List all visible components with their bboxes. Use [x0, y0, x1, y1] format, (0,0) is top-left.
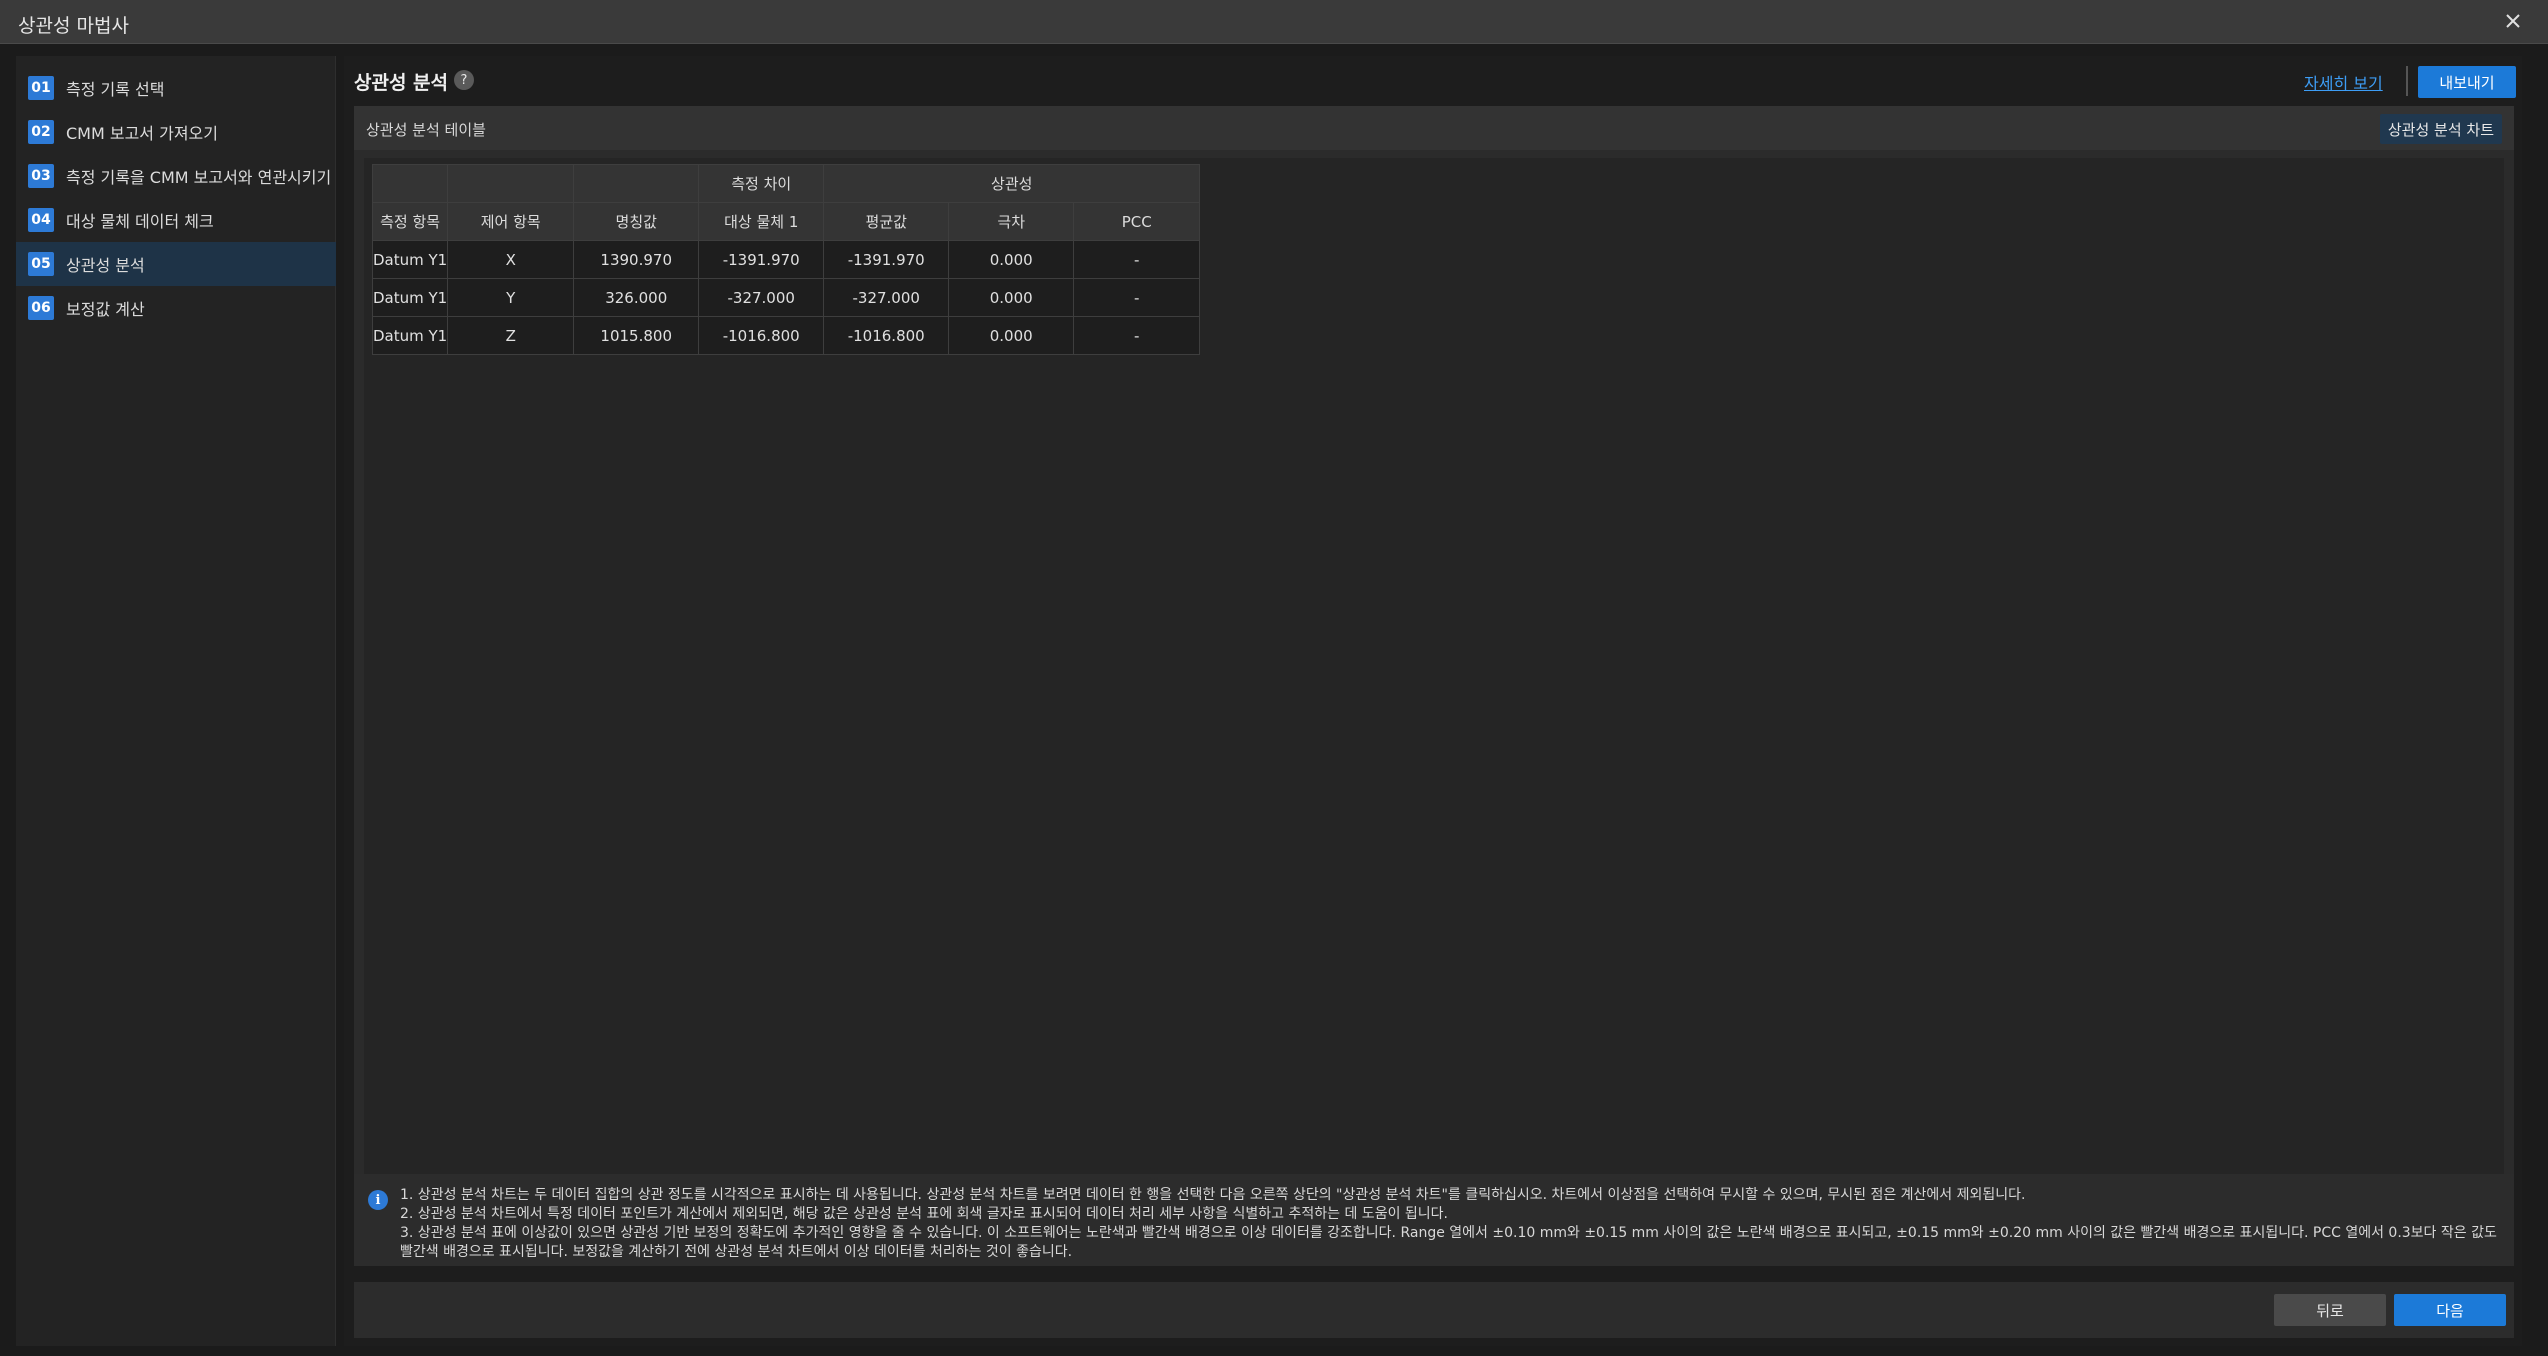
- header-divider: [2406, 66, 2408, 96]
- wizard-footer: 뒤로 다음: [354, 1282, 2514, 1338]
- panel-header: 상관성 분석 테이블 상관성 분석 차트: [354, 106, 2514, 150]
- table-cell: Datum Y1: [371, 240, 449, 279]
- window-titlebar: 상관성 마법사: [0, 0, 2548, 44]
- page-title: 상관성 분석: [354, 72, 449, 94]
- column-header[interactable]: 평균값: [823, 202, 950, 241]
- wizard-steps-sidebar: 01 측정 기록 선택 02 CMM 보고서 가져오기 03 측정 기록을 CM…: [16, 56, 336, 1346]
- info-line: 2. 상관성 분석 차트에서 특정 데이터 포인트가 계산에서 제외되면, 해당…: [400, 1206, 1448, 1222]
- table-cell: Datum Y1: [371, 278, 449, 317]
- info-line: 1. 상관성 분석 차트는 두 데이터 집합의 상관 정도를 시각적으로 표시하…: [400, 1187, 2026, 1203]
- step-label: 대상 물체 데이터 체크: [66, 212, 214, 231]
- group-header-corr: 상관성: [823, 164, 1201, 203]
- column-header[interactable]: 측정 항목: [371, 202, 449, 241]
- correlation-table-panel: 상관성 분석 테이블 상관성 분석 차트 측정 차이 상관성 측정 항목 제어 …: [354, 106, 2514, 1214]
- learn-more-link[interactable]: 자세히 보기: [2304, 70, 2383, 94]
- table-cell: -327.000: [823, 278, 950, 317]
- table-cell: -327.000: [698, 278, 825, 317]
- table-cell: X: [447, 240, 575, 279]
- table-cell: Y: [447, 278, 575, 317]
- step-number: 05: [28, 252, 54, 276]
- next-button[interactable]: 다음: [2394, 1294, 2506, 1326]
- table-cell: 0.000: [948, 316, 1075, 355]
- step-calculate-correction[interactable]: 06 보정값 계산: [16, 286, 336, 330]
- table-row[interactable]: Datum Y1 Y 326.000 -327.000 -327.000 0.0…: [371, 278, 1201, 317]
- back-button[interactable]: 뒤로: [2274, 1294, 2386, 1326]
- panel-title: 상관성 분석 테이블: [366, 121, 486, 139]
- table-cell: 326.000: [573, 278, 700, 317]
- main-content: 상관성 분석 ? 자세히 보기 내보내기 상관성 분석 테이블 상관성 분석 차…: [344, 56, 2522, 1346]
- table-row[interactable]: Datum Y1 X 1390.970 -1391.970 -1391.970 …: [371, 240, 1201, 279]
- info-line: 3. 상관성 분석 표에 이상값이 있으면 상관성 기반 보정의 정확도에 추가…: [400, 1225, 2497, 1260]
- table-cell: -1391.970: [823, 240, 950, 279]
- correlation-table: 측정 차이 상관성 측정 항목 제어 항목 명칭값 대상 물체 1 평균값 극차…: [371, 164, 1201, 355]
- table-row[interactable]: Datum Y1 Z 1015.800 -1016.800 -1016.800 …: [371, 316, 1201, 355]
- table-area: 측정 차이 상관성 측정 항목 제어 항목 명칭값 대상 물체 1 평균값 극차…: [364, 158, 2504, 1204]
- header-blank: [573, 164, 700, 203]
- table-cell: 0.000: [948, 278, 1075, 317]
- step-number: 06: [28, 296, 54, 320]
- step-link-records[interactable]: 03 측정 기록을 CMM 보고서와 연관시키기: [16, 154, 336, 198]
- step-label: 보정값 계산: [66, 300, 145, 319]
- step-check-object-data[interactable]: 04 대상 물체 데이터 체크: [16, 198, 336, 242]
- table-cell: -: [1073, 240, 1201, 279]
- step-label: CMM 보고서 가져오기: [66, 124, 218, 143]
- info-notes: i 1. 상관성 분석 차트는 두 데이터 집합의 상관 정도를 시각적으로 표…: [354, 1174, 2514, 1266]
- column-header[interactable]: 제어 항목: [447, 202, 575, 241]
- table-cell: -: [1073, 278, 1201, 317]
- column-header[interactable]: 대상 물체 1: [698, 202, 825, 241]
- close-icon[interactable]: [2500, 8, 2526, 34]
- table-cell: -1016.800: [823, 316, 950, 355]
- column-header[interactable]: 극차: [948, 202, 1075, 241]
- step-label: 측정 기록을 CMM 보고서와 연관시키기: [66, 168, 332, 187]
- table-cell: -: [1073, 316, 1201, 355]
- step-import-cmm-report[interactable]: 02 CMM 보고서 가져오기: [16, 110, 336, 154]
- group-header-diff: 측정 차이: [698, 164, 825, 203]
- info-text: 1. 상관성 분석 차트는 두 데이터 집합의 상관 정도를 시각적으로 표시하…: [400, 1186, 2500, 1262]
- table-cell: 1390.970: [573, 240, 700, 279]
- header-blank: [371, 164, 449, 203]
- table-cell: 1015.800: [573, 316, 700, 355]
- step-number: 03: [28, 164, 54, 188]
- export-button[interactable]: 내보내기: [2418, 66, 2516, 98]
- step-number: 04: [28, 208, 54, 232]
- help-icon[interactable]: ?: [454, 70, 474, 90]
- table-cell: -1391.970: [698, 240, 825, 279]
- column-header[interactable]: PCC: [1073, 202, 1201, 241]
- table-cell: -1016.800: [698, 316, 825, 355]
- correlation-chart-button[interactable]: 상관성 분석 차트: [2379, 114, 2502, 144]
- step-number: 01: [28, 76, 54, 100]
- step-label: 상관성 분석: [66, 256, 145, 275]
- close-icon-glyph: [2506, 14, 2520, 28]
- table-cell: 0.000: [948, 240, 1075, 279]
- step-label: 측정 기록 선택: [66, 80, 165, 99]
- step-number: 02: [28, 120, 54, 144]
- table-cell: Z: [447, 316, 575, 355]
- column-header[interactable]: 명칭값: [573, 202, 700, 241]
- step-select-records[interactable]: 01 측정 기록 선택: [16, 66, 336, 110]
- header-blank: [447, 164, 575, 203]
- window-title: 상관성 마법사: [18, 15, 129, 37]
- table-cell: Datum Y1: [371, 316, 449, 355]
- step-correlation-analysis[interactable]: 05 상관성 분석: [16, 242, 336, 286]
- info-icon: i: [368, 1190, 388, 1210]
